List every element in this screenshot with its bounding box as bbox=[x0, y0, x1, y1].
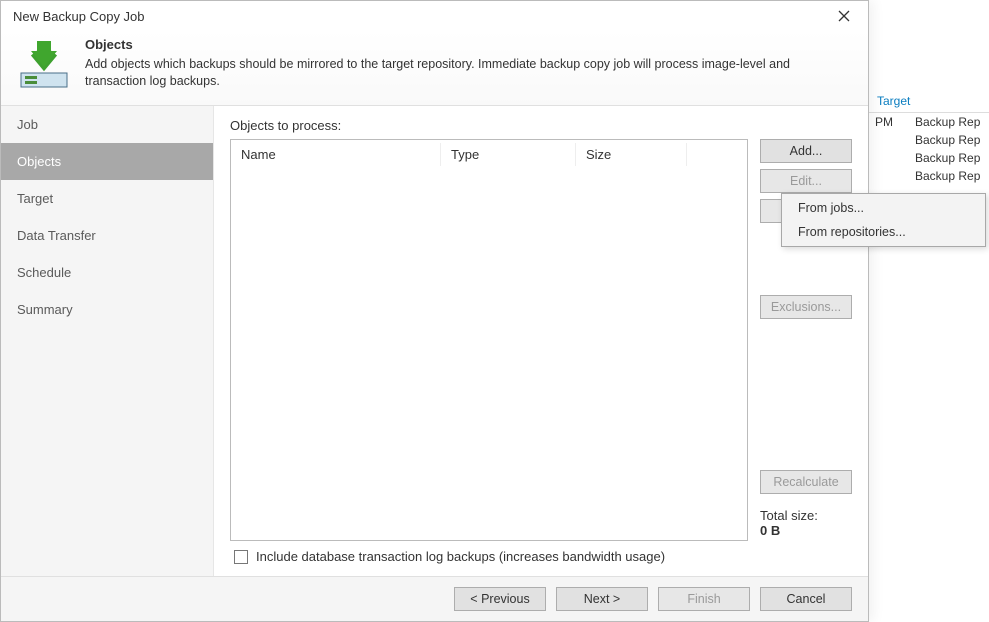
edit-button[interactable]: Edit... bbox=[760, 169, 852, 193]
col-name[interactable]: Name bbox=[231, 143, 441, 166]
step-target[interactable]: Target bbox=[1, 180, 213, 217]
cancel-button[interactable]: Cancel bbox=[760, 587, 852, 611]
step-objects[interactable]: Objects bbox=[1, 143, 213, 180]
previous-button[interactable]: < Previous bbox=[454, 587, 546, 611]
step-data-transfer[interactable]: Data Transfer bbox=[1, 217, 213, 254]
menu-from-repositories[interactable]: From repositories... bbox=[784, 220, 983, 244]
background-grid: Target PMBackup Rep Backup Rep Backup Re… bbox=[869, 0, 989, 340]
step-summary[interactable]: Summary bbox=[1, 291, 213, 328]
titlebar: New Backup Copy Job bbox=[1, 1, 868, 31]
objects-label: Objects to process: bbox=[230, 118, 852, 133]
wizard-footer: < Previous Next > Finish Cancel bbox=[1, 576, 868, 621]
header-title: Objects bbox=[85, 37, 852, 52]
wizard-dialog: New Backup Copy Job Objects Add objects … bbox=[0, 0, 869, 622]
add-dropdown: From jobs... From repositories... bbox=[781, 193, 986, 247]
next-button[interactable]: Next > bbox=[556, 587, 648, 611]
objects-table[interactable]: Name Type Size bbox=[230, 139, 748, 541]
close-icon bbox=[838, 10, 850, 22]
header-icon bbox=[17, 37, 71, 91]
download-arrow-icon bbox=[17, 37, 71, 91]
table-body bbox=[231, 168, 747, 540]
finish-button[interactable]: Finish bbox=[658, 587, 750, 611]
total-size: Total size: 0 B bbox=[760, 508, 852, 538]
close-button[interactable] bbox=[826, 2, 862, 30]
header-description: Add objects which backups should be mirr… bbox=[85, 56, 852, 90]
wizard-content: Objects to process: Name Type Size bbox=[214, 106, 868, 576]
table-header: Name Type Size bbox=[231, 140, 747, 168]
step-schedule[interactable]: Schedule bbox=[1, 254, 213, 291]
col-blank bbox=[687, 150, 747, 158]
recalculate-button[interactable]: Recalculate bbox=[760, 470, 852, 494]
include-tlog-row[interactable]: Include database transaction log backups… bbox=[230, 541, 748, 576]
wizard-header: Objects Add objects which backups should… bbox=[1, 31, 868, 106]
step-job[interactable]: Job bbox=[1, 106, 213, 143]
bg-col-target[interactable]: Target bbox=[869, 90, 989, 113]
col-type[interactable]: Type bbox=[441, 143, 576, 166]
dialog-title: New Backup Copy Job bbox=[13, 9, 145, 24]
menu-from-jobs[interactable]: From jobs... bbox=[784, 196, 983, 220]
exclusions-button[interactable]: Exclusions... bbox=[760, 295, 852, 319]
include-tlog-checkbox[interactable] bbox=[234, 550, 248, 564]
wizard-steps: Job Objects Target Data Transfer Schedul… bbox=[1, 106, 214, 576]
add-button[interactable]: Add... bbox=[760, 139, 852, 163]
include-tlog-label: Include database transaction log backups… bbox=[256, 549, 665, 564]
col-size[interactable]: Size bbox=[576, 143, 687, 166]
